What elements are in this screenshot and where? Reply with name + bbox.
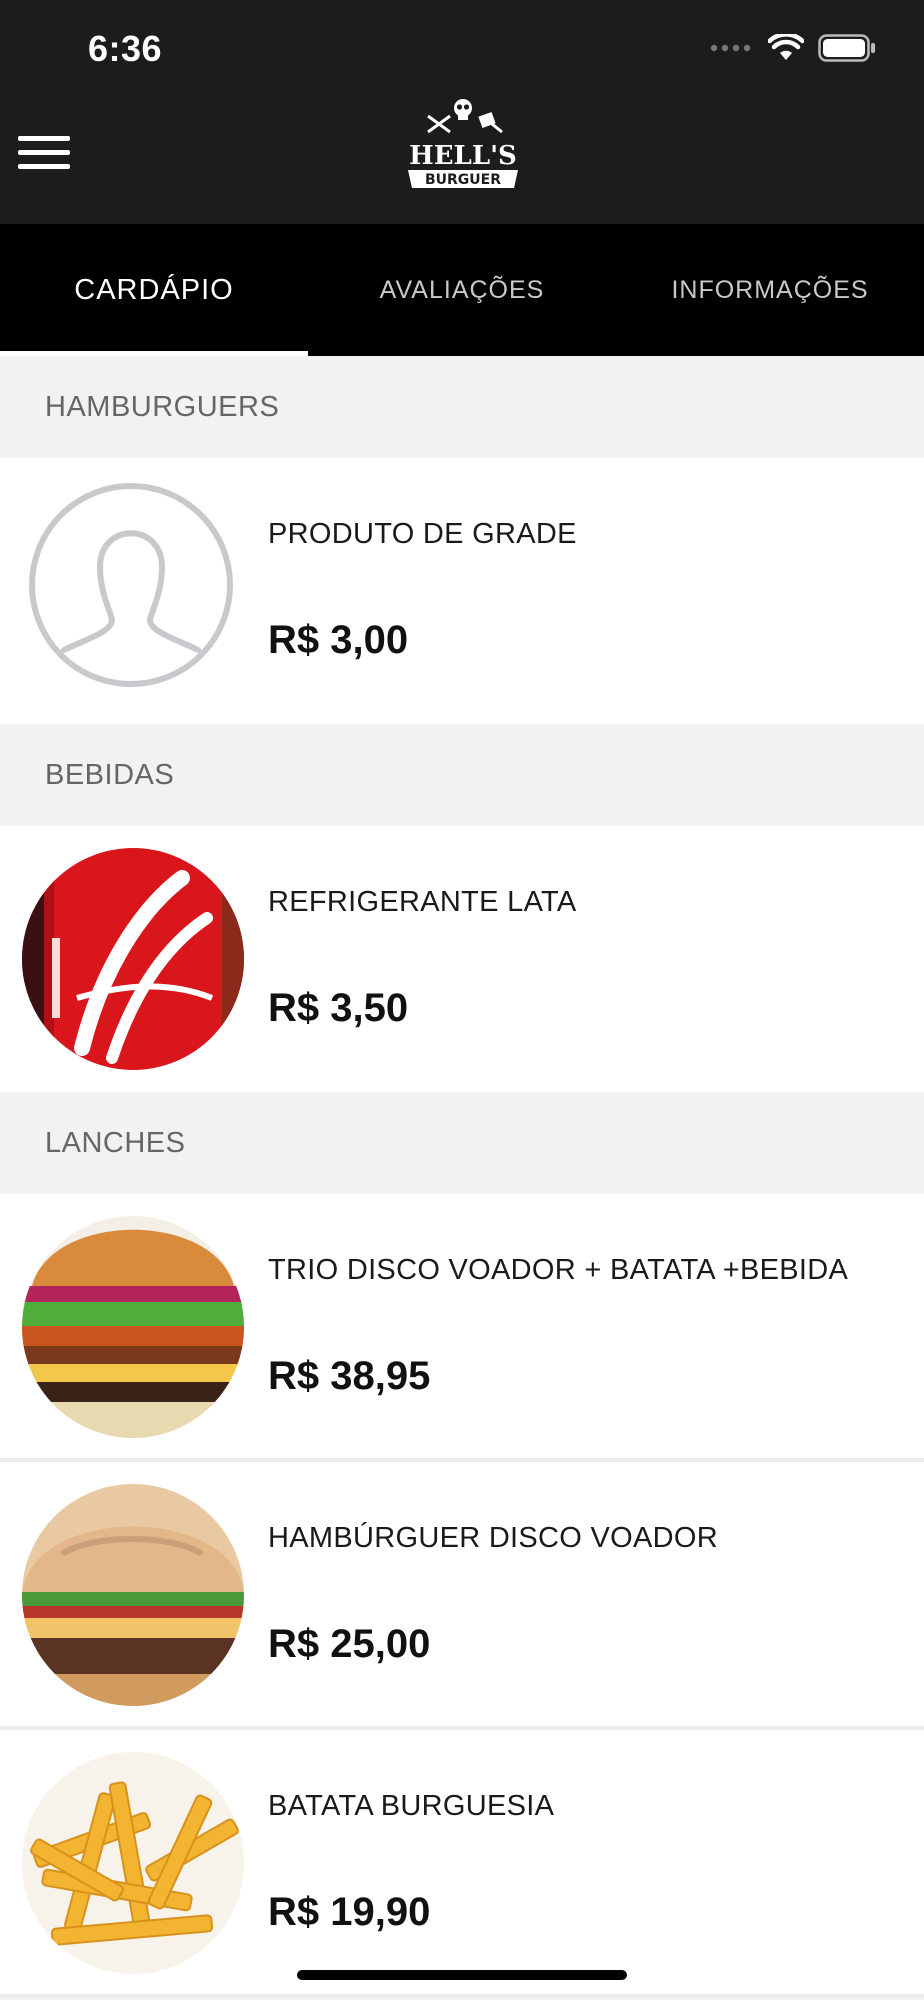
tab-informacoes[interactable]: INFORMAÇÕES (616, 224, 924, 356)
home-indicator[interactable] (297, 1970, 627, 1980)
item-price: R$ 38,95 (268, 1354, 431, 1398)
tab-avaliacoes[interactable]: AVALIAÇÕES (308, 224, 616, 356)
status-bar: 6:36 (0, 0, 924, 96)
item-price: R$ 19,90 (268, 1890, 431, 1934)
wifi-icon (768, 34, 804, 60)
menu-list: HAMBURGUERS PRODUTO DE GRADE R$ 3,00 BEB… (0, 356, 924, 1998)
section-header-hamburgers: HAMBURGUERS (0, 356, 924, 458)
list-item[interactable]: REFRIGERANTE LATA R$ 3,50 (0, 826, 924, 1092)
item-name: REFRIGERANTE LATA (268, 886, 577, 918)
item-name: TRIO DISCO VOADOR + BATATA +BEBIDA (268, 1254, 849, 1286)
section-header-lanches: LANCHES (0, 1092, 924, 1194)
list-item[interactable]: TRIO DISCO VOADOR + BATATA +BEBIDA R$ 38… (0, 1194, 924, 1462)
coca-cola-can-image (22, 848, 244, 1070)
list-item[interactable]: PRODUTO DE GRADE R$ 3,00 (0, 458, 924, 724)
app-header: HELL'S BURGUER (0, 96, 924, 224)
section-header-bebidas: BEBIDAS (0, 724, 924, 826)
item-name: BATATA BURGUESIA (268, 1790, 555, 1822)
burger-stack-image (22, 1216, 244, 1438)
item-price: R$ 25,00 (268, 1622, 431, 1666)
hamburger-menu-icon[interactable] (18, 126, 74, 182)
battery-icon (818, 34, 875, 62)
logo-text-hells: HELL'S (409, 141, 517, 171)
burger-image (22, 1484, 244, 1706)
hells-burguer-logo: HELL'S BURGUER (408, 99, 518, 188)
item-price: R$ 3,00 (268, 618, 409, 662)
signal-icon (710, 44, 751, 52)
tab-cardapio[interactable]: CARDÁPIO (0, 224, 308, 356)
item-price: R$ 3,50 (268, 986, 409, 1030)
item-name: PRODUTO DE GRADE (268, 518, 577, 550)
item-name: HAMBÚRGUER DISCO VOADOR (268, 1522, 718, 1554)
app-screen: 6:36 HELL'S BURGUER CARDÁPIO AVALIAÇÕES … (0, 0, 924, 2000)
list-item[interactable]: HAMBÚRGUER DISCO VOADOR R$ 25,00 (0, 1462, 924, 1730)
status-icons (710, 32, 876, 64)
placeholder-person-icon (28, 482, 234, 688)
tab-bar: CARDÁPIO AVALIAÇÕES INFORMAÇÕES (0, 224, 924, 356)
list-item[interactable]: BATATA BURGUESIA R$ 19,90 (0, 1730, 924, 1998)
fries-image (22, 1752, 244, 1974)
status-time: 6:36 (88, 28, 163, 69)
logo-text-burguer: BURGUER (425, 172, 501, 188)
